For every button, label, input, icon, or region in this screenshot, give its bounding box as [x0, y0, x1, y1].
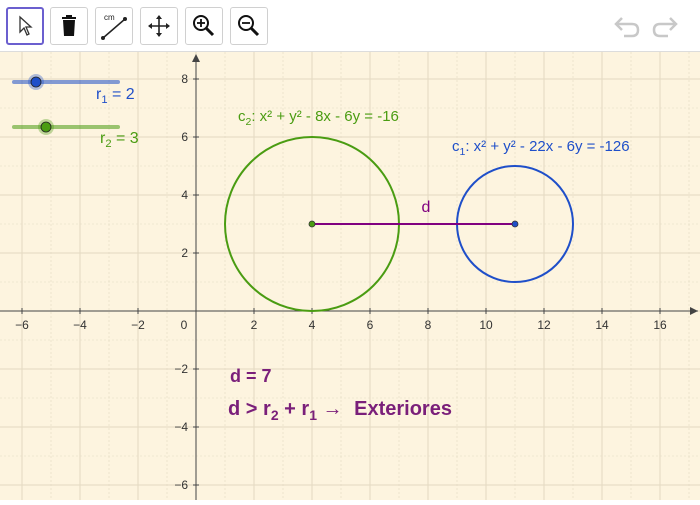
slider-r2-label: r2 = 3 [100, 130, 139, 151]
pointer-icon [19, 15, 33, 36]
x-tick-label: 10 [479, 318, 493, 332]
x-tick-label: 6 [367, 318, 374, 332]
y-tick-label: 8 [181, 72, 188, 86]
x-tick-label: 16 [653, 318, 667, 332]
center-point [511, 220, 519, 228]
y-tick-label: −6 [174, 478, 188, 492]
trash-icon [62, 15, 76, 36]
toolbar: cm [0, 0, 700, 52]
delete-tool-button[interactable] [50, 7, 88, 45]
slider-knob-r2[interactable] [40, 121, 52, 133]
x-tick-label: 14 [595, 318, 609, 332]
undo-icon[interactable] [612, 12, 642, 40]
circle-c1-label[interactable]: c1: x² + y² - 22x - 6y = -126 [452, 138, 630, 158]
y-tick-label: −4 [174, 420, 188, 434]
center-point [308, 220, 316, 228]
zoom-in-tool-button[interactable] [185, 7, 223, 45]
y-tick-label: 2 [181, 246, 188, 260]
x-tick-label: 4 [309, 318, 316, 332]
zoom-out-icon [238, 15, 260, 37]
circle-c2-label[interactable]: c2: x² + y² - 8x - 6y = -16 [238, 108, 399, 128]
x-tick-label: 12 [537, 318, 551, 332]
relation-result: d > r2 + r1 → Exteriores [228, 398, 452, 423]
pan-tool-button[interactable] [140, 7, 178, 45]
ruler-icon: cm [101, 13, 127, 40]
x-tick-label: −6 [15, 318, 29, 332]
y-tick-label: −2 [174, 362, 188, 376]
x-tick-label: −4 [73, 318, 87, 332]
zoom-in-icon [193, 15, 215, 37]
y-tick-label: 6 [181, 130, 188, 144]
zoom-out-tool-button[interactable] [230, 7, 268, 45]
redo-icon[interactable] [650, 12, 680, 40]
distance-caption: cm [104, 13, 115, 22]
distance-tool-button[interactable]: cm [95, 7, 133, 45]
slider-r1-label: r1 = 2 [96, 86, 135, 107]
segment-d-label: d [422, 199, 431, 216]
distance-result: d = 7 [230, 366, 272, 386]
x-tick-label: −2 [131, 318, 145, 332]
move-tool-button[interactable] [6, 7, 44, 45]
x-tick-label: 2 [251, 318, 258, 332]
y-tick-label: 4 [181, 188, 188, 202]
slider-knob-r1[interactable] [30, 76, 42, 88]
x-tick-label: 0 [181, 318, 188, 332]
move-arrows-icon [148, 15, 170, 37]
x-tick-label: 8 [425, 318, 432, 332]
graphics-view[interactable]: −6 −4 −2 0 2 4 6 8 10 12 14 16 8 6 4 2 −2 −4 −6 d r1 = 2 r2… [0, 52, 700, 500]
